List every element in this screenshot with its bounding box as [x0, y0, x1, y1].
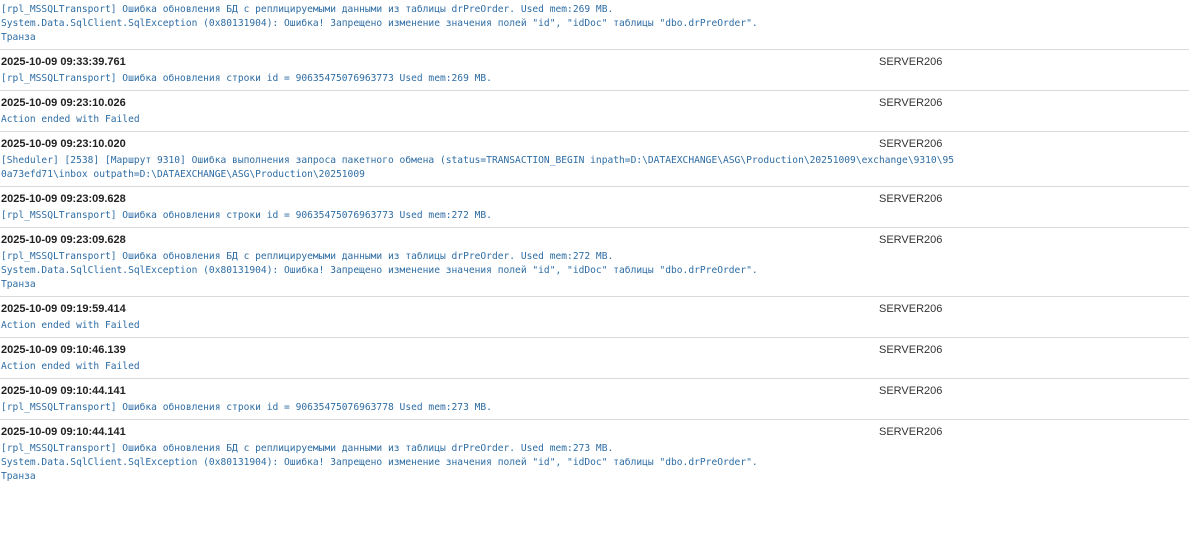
log-entry: 2025-10-09 09:19:59.414 SERVER206 Action… [0, 297, 1189, 338]
log-server: SERVER206 [879, 303, 943, 315]
log-message-line: Транза [1, 32, 36, 43]
log-entry: 2025-10-09 09:10:46.139 SERVER206 Action… [0, 338, 1189, 379]
log-message-line: [rpl_MSSQLTransport] Ошибка обновления Б… [1, 443, 614, 454]
log-timestamp: 2025-10-09 09:33:39.761 [1, 56, 126, 68]
log-message-line: 0a73efd71\inbox outpath=D:\DATAEXCHANGE\… [1, 169, 365, 180]
log-list: [rpl_MSSQLTransport] Ошибка обновления Б… [0, 0, 1189, 488]
log-entry-header: 2025-10-09 09:23:09.628 SERVER206 [0, 187, 1189, 209]
log-entry: 2025-10-09 09:10:44.141 SERVER206 [rpl_M… [0, 379, 1189, 420]
log-entry-header: 2025-10-09 09:10:46.139 SERVER206 [0, 338, 1189, 360]
log-message-line: [rpl_MSSQLTransport] Ошибка обновления Б… [1, 251, 614, 262]
log-entry: 2025-10-09 09:23:09.628 SERVER206 [rpl_M… [0, 228, 1189, 297]
log-timestamp: 2025-10-09 09:10:44.141 [1, 426, 126, 438]
log-timestamp: 2025-10-09 09:23:10.020 [1, 138, 126, 150]
log-entry: [rpl_MSSQLTransport] Ошибка обновления Б… [0, 0, 1189, 50]
log-message-line: Транза [1, 471, 36, 482]
log-timestamp: 2025-10-09 09:23:10.026 [1, 97, 126, 109]
log-message-line: Транза [1, 279, 36, 290]
log-message-line: System.Data.SqlClient.SqlException (0x80… [1, 457, 758, 468]
log-server: SERVER206 [879, 344, 943, 356]
log-server: SERVER206 [879, 56, 943, 68]
log-message-line: System.Data.SqlClient.SqlException (0x80… [1, 265, 758, 276]
log-server: SERVER206 [879, 97, 943, 109]
log-entry: 2025-10-09 09:10:44.141 SERVER206 [rpl_M… [0, 420, 1189, 488]
log-message-line: [Sheduler] [2538] [Маршрут 9310] Ошибка … [1, 155, 955, 166]
log-timestamp: 2025-10-09 09:10:46.139 [1, 344, 126, 356]
log-server: SERVER206 [879, 234, 943, 246]
log-message-line: Action ended with Failed [1, 320, 140, 331]
log-entry-header: 2025-10-09 09:23:10.020 SERVER206 [0, 132, 1189, 154]
log-message-line: Action ended with Failed [1, 114, 140, 125]
log-server: SERVER206 [879, 385, 943, 397]
log-entry: 2025-10-09 09:23:10.020 SERVER206 [Shedu… [0, 132, 1189, 187]
log-message-line: [rpl_MSSQLTransport] Ошибка обновления с… [1, 210, 492, 221]
log-entry-header: 2025-10-09 09:19:59.414 SERVER206 [0, 297, 1189, 319]
log-server: SERVER206 [879, 426, 943, 438]
log-message-line: System.Data.SqlClient.SqlException (0x80… [1, 18, 758, 29]
log-entry-header: 2025-10-09 09:10:44.141 SERVER206 [0, 379, 1189, 401]
log-entry-header: 2025-10-09 09:33:39.761 SERVER206 [0, 50, 1189, 72]
log-server: SERVER206 [879, 193, 943, 205]
log-message-line: Action ended with Failed [1, 361, 140, 372]
log-message-line: [rpl_MSSQLTransport] Ошибка обновления с… [1, 73, 492, 84]
log-message-line: [rpl_MSSQLTransport] Ошибка обновления Б… [1, 4, 614, 15]
log-entry-header: 2025-10-09 09:23:10.026 SERVER206 [0, 91, 1189, 113]
log-timestamp: 2025-10-09 09:23:09.628 [1, 234, 126, 246]
log-entry: 2025-10-09 09:23:10.026 SERVER206 Action… [0, 91, 1189, 132]
log-server: SERVER206 [879, 138, 943, 150]
log-entry: 2025-10-09 09:23:09.628 SERVER206 [rpl_M… [0, 187, 1189, 228]
log-entry-header: 2025-10-09 09:10:44.141 SERVER206 [0, 420, 1189, 442]
log-entry-header: 2025-10-09 09:23:09.628 SERVER206 [0, 228, 1189, 250]
log-timestamp: 2025-10-09 09:19:59.414 [1, 303, 126, 315]
log-entry: 2025-10-09 09:33:39.761 SERVER206 [rpl_M… [0, 50, 1189, 91]
log-timestamp: 2025-10-09 09:10:44.141 [1, 385, 126, 397]
log-message-line: [rpl_MSSQLTransport] Ошибка обновления с… [1, 402, 492, 413]
log-timestamp: 2025-10-09 09:23:09.628 [1, 193, 126, 205]
